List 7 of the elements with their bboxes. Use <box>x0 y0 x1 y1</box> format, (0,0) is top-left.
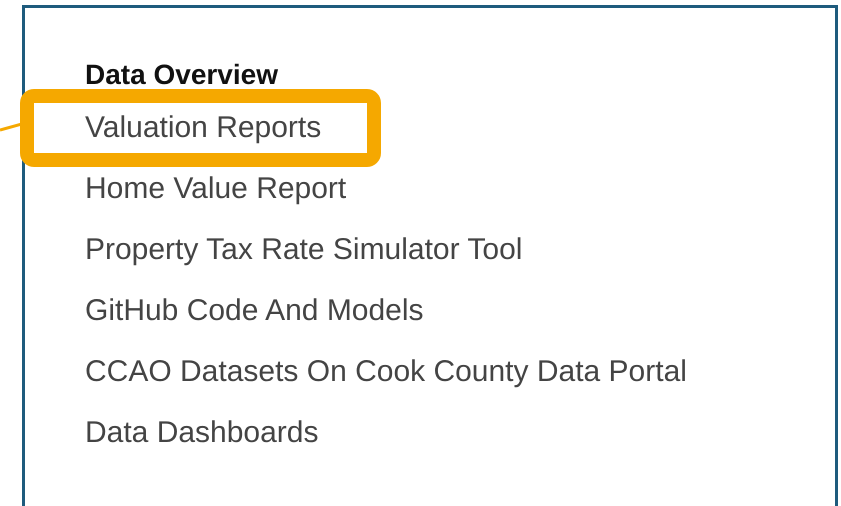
menu-link[interactable]: GitHub Code And Models <box>85 280 424 341</box>
menu-link[interactable]: CCAO Datasets On Cook County Data Portal <box>85 341 687 402</box>
panel-heading: Data Overview <box>85 58 279 92</box>
menu-link[interactable]: Property Tax Rate Simulator Tool <box>85 219 522 280</box>
menu-link[interactable]: Valuation Reports <box>20 89 382 167</box>
menu-link[interactable]: Data Dashboards <box>85 402 318 463</box>
leader-line <box>0 120 22 132</box>
